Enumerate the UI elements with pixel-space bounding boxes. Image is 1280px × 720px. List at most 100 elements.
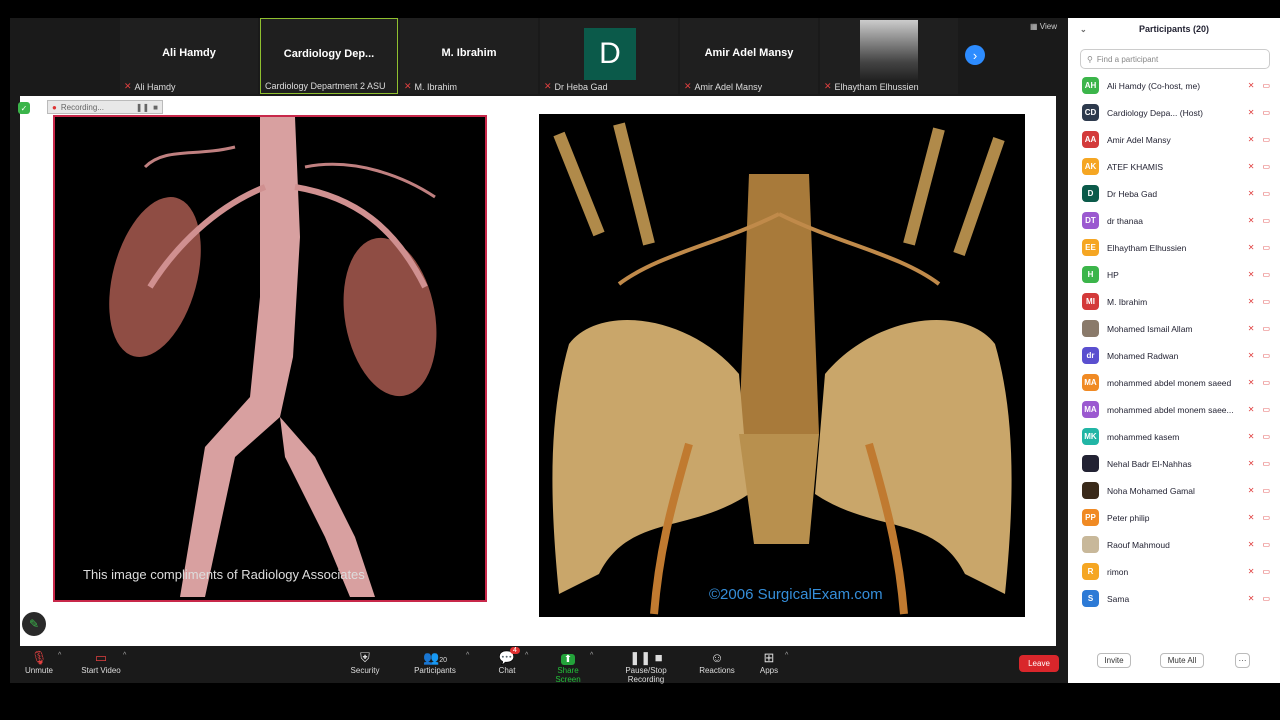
participant-row[interactable]: MK mohammed kasem ✕ ▭ <box>1068 423 1280 450</box>
chat-options-caret[interactable]: ^ <box>525 652 528 659</box>
unmute-button[interactable]: 🎙 Unmute <box>24 650 54 675</box>
participant-row[interactable]: Raouf Mahmoud ✕ ▭ <box>1068 531 1280 558</box>
video-tile-active-speaker[interactable]: Cardiology Dep... Cardiology Department … <box>260 18 398 94</box>
participant-row[interactable]: Noha Mohamed Gamal ✕ ▭ <box>1068 477 1280 504</box>
participant-search-input[interactable]: ⚲ Find a participant <box>1080 49 1270 69</box>
grid-icon: ▦ <box>1030 22 1040 31</box>
security-button[interactable]: ⛨ Security <box>348 650 382 675</box>
muted-mic-icon: ✕ <box>1247 189 1255 198</box>
participants-options-caret[interactable]: ^ <box>466 652 469 659</box>
zoom-window: Ali Hamdy ✕ Ali Hamdy Cardiology Dep... C… <box>10 18 1280 684</box>
video-off-icon: ▭ <box>1262 297 1270 306</box>
video-tile[interactable]: D ✕ Dr Heba Gad <box>540 18 678 94</box>
participants-label: Participants <box>414 666 456 675</box>
video-off-icon: ▭ <box>1262 162 1270 171</box>
participant-row[interactable]: S Sama ✕ ▭ <box>1068 585 1280 612</box>
participants-button[interactable]: 👥20 Participants <box>412 650 458 675</box>
muted-mic-icon: ✕ <box>1247 81 1255 90</box>
ct-3d-image-right: ©2006 SurgicalExam.com <box>539 114 1025 617</box>
muted-mic-icon: ✕ <box>1247 567 1255 576</box>
avatar <box>1082 482 1099 499</box>
mute-all-button[interactable]: Mute All <box>1160 653 1204 668</box>
pelvis-render <box>552 122 1012 615</box>
panel-footer: Invite Mute All ··· <box>1068 653 1280 671</box>
participant-status-icons: ✕ ▭ <box>1248 270 1270 279</box>
participant-row[interactable]: MA mohammed abdel monem saeed ✕ ▭ <box>1068 369 1280 396</box>
shared-screen: ✓ ● Recording... ❚❚ ■ This image complim… <box>18 96 1056 646</box>
participant-status-icons: ✕ ▭ <box>1248 405 1270 414</box>
video-strip: Ali Hamdy ✕ Ali Hamdy Cardiology Dep... C… <box>10 18 1066 96</box>
participant-status-icons: ✕ ▭ <box>1248 459 1270 468</box>
cloud-record-icon: ● <box>52 102 57 112</box>
participant-row[interactable]: Rrimon ✕ ▭ <box>1068 558 1280 585</box>
audio-options-caret[interactable]: ^ <box>58 652 61 659</box>
video-tile[interactable]: ✕ Elhaytham Elhussien <box>820 18 958 94</box>
apps-icon: ⊞ <box>763 650 775 665</box>
participant-name: Amir Adel Mansy <box>1107 134 1171 145</box>
participant-name: rimon <box>1107 566 1129 577</box>
video-off-icon: ▭ <box>1262 270 1270 279</box>
muted-mic-icon: ✕ <box>824 81 832 91</box>
participant-name: mohammed abdel monem saeed <box>1107 377 1232 388</box>
annotate-pencil-icon[interactable]: ✎ <box>22 612 46 636</box>
collapse-chevron-icon[interactable]: ⌄ <box>1080 25 1087 34</box>
participant-row[interactable]: PP Peter philip ✕ ▭ <box>1068 504 1280 531</box>
video-options-caret[interactable]: ^ <box>123 652 126 659</box>
video-tile[interactable]: Ali Hamdy ✕ Ali Hamdy <box>120 18 258 94</box>
unmute-label: Unmute <box>24 666 53 675</box>
share-options-caret[interactable]: ^ <box>590 652 593 659</box>
video-off-icon: ▭ <box>1262 540 1270 549</box>
pause-stop-recording-button[interactable]: ❚❚ ■ Pause/Stop Recording <box>606 650 686 684</box>
video-off-icon: ▭ <box>1262 351 1270 360</box>
participant-row[interactable]: AK ATEF KHAMIS ✕ ▭ <box>1068 153 1280 180</box>
reactions-button[interactable]: ☺ Reactions <box>698 650 736 675</box>
avatar: EE <box>1082 239 1099 256</box>
tile-label-text: Cardiology Department 2 ASU <box>265 81 386 91</box>
participant-row[interactable]: AH Ali Hamdy (Co-host, me) ✕ ▭ <box>1068 72 1280 99</box>
avatar: S <box>1082 590 1099 607</box>
participant-row[interactable]: AA Amir Adel Mansy ✕ ▭ <box>1068 126 1280 153</box>
video-off-icon: ▭ <box>1262 459 1270 468</box>
participant-row[interactable]: EE Elhaytham Elhussien ✕ ▭ <box>1068 234 1280 261</box>
apps-button[interactable]: ⊞ Apps <box>758 650 780 675</box>
reactions-label: Reactions <box>699 666 735 675</box>
participant-row[interactable]: CD Cardiology Depa... (Host) ✕ ▭ <box>1068 99 1280 126</box>
muted-mic-icon: ✕ <box>1247 432 1255 441</box>
participant-name: Mohamed Ismail Allam <box>1107 323 1193 334</box>
shield-icon: ⛨ <box>360 650 370 665</box>
participant-row[interactable]: dr Mohamed Radwan ✕ ▭ <box>1068 342 1280 369</box>
participant-row[interactable]: MA mohammed abdel monem saee... ✕ ▭ <box>1068 396 1280 423</box>
start-video-button[interactable]: ▭ Start Video <box>80 650 122 675</box>
recording-label: Recording... <box>60 102 104 112</box>
participant-row[interactable]: Mohamed Ismail Allam ✕ ▭ <box>1068 315 1280 342</box>
participant-status-icons: ✕ ▭ <box>1248 324 1270 333</box>
invite-button[interactable]: Invite <box>1097 653 1131 668</box>
encryption-shield-icon[interactable]: ✓ <box>18 102 30 114</box>
participant-name: Peter philip <box>1107 512 1150 523</box>
participant-row[interactable]: H HP ✕ ▭ <box>1068 261 1280 288</box>
video-tile[interactable]: M. Ibrahim ✕ M. Ibrahim <box>400 18 538 94</box>
muted-mic-icon: ✕ <box>1247 162 1255 171</box>
chat-button[interactable]: 💬 4 Chat <box>496 647 520 675</box>
pause-recording-icon[interactable]: ❚❚ <box>136 103 149 112</box>
muted-mic-icon: 🎙 <box>30 650 48 665</box>
more-options-button[interactable]: ··· <box>1235 653 1250 668</box>
participant-row[interactable]: DT dr thanaa ✕ ▭ <box>1068 207 1280 234</box>
participant-row[interactable]: D Dr Heba Gad ✕ ▭ <box>1068 180 1280 207</box>
next-page-icon[interactable]: › <box>965 45 985 65</box>
view-button[interactable]: ▦ View <box>1030 22 1057 31</box>
recording-indicator: ● Recording... ❚❚ ■ <box>47 100 163 114</box>
apps-options-caret[interactable]: ^ <box>785 652 788 659</box>
share-screen-button[interactable]: ⬆ Share Screen <box>544 650 592 684</box>
tile-label-text: Dr Heba Gad <box>554 81 608 92</box>
participant-row[interactable]: MI M. Ibrahim ✕ ▭ <box>1068 288 1280 315</box>
participant-status-icons: ✕ ▭ <box>1248 378 1270 387</box>
avatar: DT <box>1082 212 1099 229</box>
avatar: H <box>1082 266 1099 283</box>
leave-button[interactable]: Leave <box>1019 655 1059 672</box>
muted-mic-icon: ✕ <box>1247 513 1255 522</box>
stop-recording-icon[interactable]: ■ <box>153 103 158 112</box>
participant-row[interactable]: Nehal Badr El-Nahhas ✕ ▭ <box>1068 450 1280 477</box>
avatar: D <box>1082 185 1099 202</box>
video-tile[interactable]: Amir Adel Mansy ✕ Amir Adel Mansy <box>680 18 818 94</box>
